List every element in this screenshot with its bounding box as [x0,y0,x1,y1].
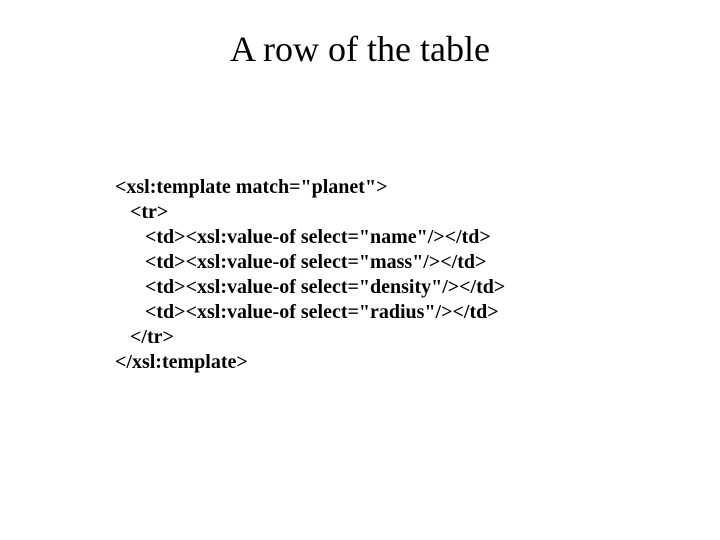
code-line: </tr> [115,326,174,348]
code-line: <td><xsl:value-of select="name"/></td> [115,226,491,248]
code-line: <td><xsl:value-of select="mass"/></td> [115,251,486,273]
slide-title: A row of the table [0,28,720,70]
slide: A row of the table <xsl:template match="… [0,0,720,540]
code-line: <td><xsl:value-of select="radius"/></td> [115,301,499,323]
code-line: <tr> [115,201,168,223]
code-block: <xsl:template match="planet"> <tr> <td><… [115,150,505,400]
code-line: <td><xsl:value-of select="density"/></td… [115,276,505,298]
code-line: </xsl:template> [115,351,248,373]
code-line: <xsl:template match="planet"> [115,176,387,198]
